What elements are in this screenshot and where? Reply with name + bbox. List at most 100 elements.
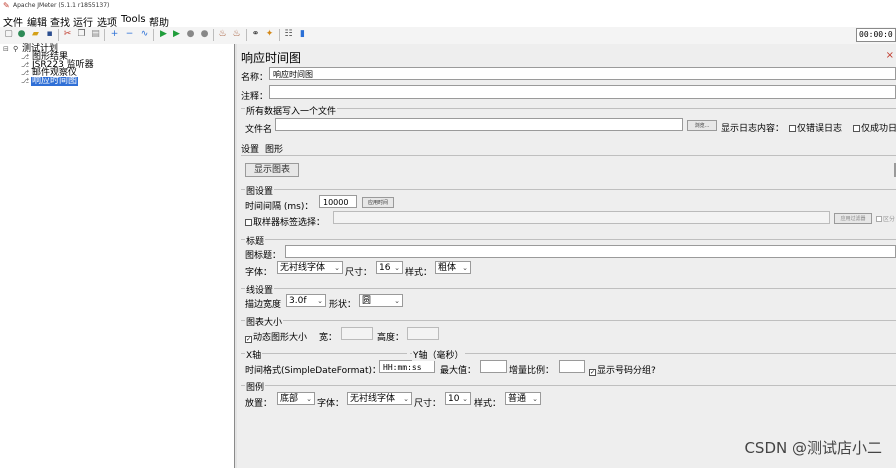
chevron-down-icon: ⌄	[317, 297, 323, 305]
shape-label: 形状：	[329, 300, 357, 310]
y-increment-input[interactable]	[559, 360, 585, 373]
sampler-filter-label: 取样器标签选择：	[253, 218, 326, 228]
panel-title: 响应时间图	[241, 51, 302, 65]
apply-interval-button[interactable]: 应用时间	[362, 197, 394, 208]
clear-all-icon[interactable]: ♨	[231, 29, 242, 40]
title-font-select[interactable]: 无衬线字体 ⌄	[277, 261, 343, 274]
y-max-label: 最大值：	[440, 366, 477, 376]
chevron-down-icon: ⌄	[462, 264, 468, 272]
interval-label: 时间间隔 (ms)：	[245, 202, 314, 212]
new-icon[interactable]: ▢	[3, 29, 14, 40]
jmeter-logo-icon: ✎	[3, 1, 10, 10]
open-icon[interactable]: ▰	[30, 29, 41, 40]
window-title: Apache JMeter (5.1.1 r1855137)	[13, 2, 110, 9]
errors-only-checkbox[interactable]: 仅错误日志	[789, 121, 842, 134]
case-sensitive-checkbox[interactable]: 区分	[876, 214, 895, 223]
size-section-legend: 图表大小	[245, 315, 284, 328]
legend-size-label: 尺寸：	[414, 399, 442, 409]
elapsed-timer: 00:00:0	[856, 28, 896, 42]
toolbar: ▢ ● ▰ ▪ ✂ ❐ ▤ + − ∿ ▶ ▶ ● ● ♨ ♨ ⚭ ✦ ☷ ▮ …	[0, 27, 896, 45]
width-label: 宽：	[319, 333, 338, 343]
height-label: 高度：	[377, 333, 405, 343]
graph-title-input[interactable]	[285, 245, 896, 258]
y-axis-legend: Y轴（毫秒）	[412, 348, 465, 361]
dynamic-size-checkbox[interactable]: ✓ 动态图形大小	[245, 330, 307, 343]
stop-icon[interactable]: ●	[185, 29, 196, 40]
successes-only-checkbox[interactable]: 仅成功日	[853, 121, 896, 134]
width-input[interactable]	[341, 327, 373, 340]
title-size-select[interactable]: 16 ⌄	[376, 261, 403, 274]
test-plan-icon: ⚲	[13, 45, 19, 53]
listener-icon: ⎇	[21, 77, 30, 85]
chevron-down-icon: ⌄	[532, 395, 538, 403]
collapse-icon[interactable]: −	[124, 29, 135, 40]
start-icon[interactable]: ▶	[158, 29, 169, 40]
title-bar: ✎ Apache JMeter (5.1.1 r1855137)	[0, 0, 896, 13]
menu-bar: 文件 编辑 查找 运行 选项 Tools 帮助	[0, 13, 896, 29]
errors-only-label: 仅错误日志	[797, 124, 843, 134]
help-icon[interactable]: ▮	[297, 29, 308, 40]
paste-icon[interactable]: ▤	[90, 29, 101, 40]
legend-style-select[interactable]: 普通 ⌄	[505, 392, 541, 405]
stroke-width-select[interactable]: 3.0f ⌄	[286, 294, 326, 307]
filename-input[interactable]	[275, 118, 683, 131]
legend-font-label: 字体：	[317, 399, 345, 409]
number-grouping-checkbox[interactable]: ✓ 显示号码分组?	[589, 363, 656, 376]
browse-button[interactable]: 浏览...	[687, 120, 717, 131]
chevron-down-icon: ⌄	[403, 395, 409, 403]
filename-label: 文件名	[245, 125, 273, 135]
cut-icon[interactable]: ✂	[62, 29, 73, 40]
start-no-pause-icon[interactable]: ▶	[171, 29, 182, 40]
toggle-icon[interactable]: ∿	[139, 29, 150, 40]
tab-graph[interactable]: 图形	[265, 142, 283, 155]
display-graph-button[interactable]: 显示图表	[245, 163, 299, 177]
menu-tools[interactable]: Tools	[121, 14, 146, 25]
title-size-label: 尺寸：	[345, 268, 373, 278]
number-grouping-label: 显示号码分组?	[597, 366, 656, 376]
chevron-down-icon: ⌄	[462, 395, 468, 403]
chevron-down-icon: ⌄	[394, 297, 400, 305]
chevron-down-icon: ⌄	[306, 395, 312, 403]
chevron-down-icon: ⌄	[394, 264, 400, 272]
sampler-filter-input[interactable]	[333, 211, 830, 224]
case-sensitive-label: 区分	[883, 216, 896, 223]
copy-icon[interactable]: ❐	[76, 29, 87, 40]
expand-icon[interactable]: +	[109, 29, 120, 40]
tab-settings[interactable]: 设置	[241, 142, 259, 155]
chevron-down-icon: ⌄	[334, 264, 340, 272]
save-icon[interactable]: ▪	[44, 29, 55, 40]
x-axis-legend: X轴	[245, 348, 263, 361]
clear-icon[interactable]: ♨	[217, 29, 228, 40]
test-plan-tree: ⊟ ⚲ 测试计划 ⎇ 图形结果 ⎇ JSR223 监听器 ⎇ 邮件观察仪 ⎇ 响…	[0, 44, 235, 468]
legend-placement-select[interactable]: 底部 ⌄	[277, 392, 315, 405]
tree-node-response-time-graph[interactable]: 响应时间图	[31, 77, 79, 86]
shutdown-icon[interactable]: ●	[199, 29, 210, 40]
stroke-width-label: 描边宽度	[245, 300, 282, 310]
element-panel: 响应时间图 × 名称： 响应时间图 注释： 所有数据写入一个文件 文件名 浏览.…	[237, 44, 896, 468]
close-icon[interactable]: ×	[886, 50, 894, 61]
dynamic-size-label: 动态图形大小	[253, 333, 308, 343]
interval-input[interactable]: 10000	[319, 195, 357, 208]
legend-size-select[interactable]: 10 ⌄	[445, 392, 471, 405]
y-max-input[interactable]	[480, 360, 507, 373]
name-field[interactable]: 响应时间图	[269, 67, 896, 80]
watermark: CSDN @测试店小二	[744, 439, 882, 457]
height-input[interactable]	[407, 327, 439, 340]
line-section-legend: 线设置	[245, 283, 275, 296]
title-style-select[interactable]: 粗体 ⌄	[435, 261, 471, 274]
apply-filter-button[interactable]: 应用过滤器	[834, 213, 872, 224]
reset-search-icon[interactable]: ✦	[264, 29, 275, 40]
templates-icon[interactable]: ●	[16, 29, 27, 40]
date-format-input[interactable]: HH:mm:ss	[379, 360, 435, 373]
sampler-filter-checkbox[interactable]: 取样器标签选择：	[245, 215, 325, 228]
function-helper-icon[interactable]: ☷	[283, 29, 294, 40]
date-format-label: 时间格式(SimpleDateFormat)：	[245, 366, 381, 376]
search-icon[interactable]: ⚭	[250, 29, 261, 40]
graph-settings-legend: 图设置	[245, 184, 275, 197]
legend-font-select[interactable]: 无衬线字体 ⌄	[347, 392, 412, 405]
tree-collapse-handle[interactable]: ⊟	[3, 45, 9, 53]
comment-field[interactable]	[269, 85, 896, 99]
listener-icon: ⎇	[21, 61, 30, 69]
shape-select[interactable]: 圆 ⌄	[359, 294, 403, 307]
listener-icon: ⎇	[21, 53, 30, 61]
